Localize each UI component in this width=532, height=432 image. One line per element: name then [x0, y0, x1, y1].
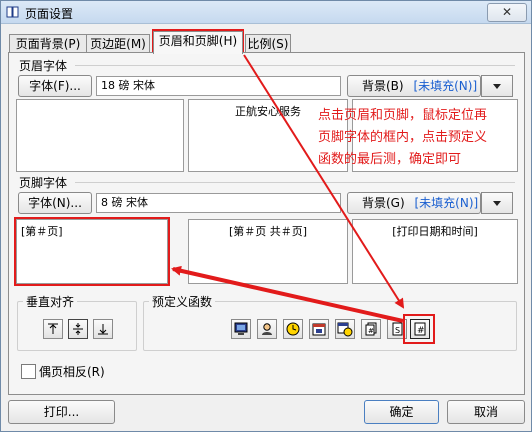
tab-header-footer[interactable]: 页眉和页脚(H): [153, 31, 243, 54]
arrow-function-to-footer-box: [171, 265, 404, 323]
annotation-arrows: [171, 54, 405, 323]
arrow-tab-to-function: [243, 54, 405, 309]
page-setup-dialog: 页面设置 ✕ 页面背景(P) 页边距(M) 页眉和页脚(H) 比例(S) 页眉字…: [0, 0, 532, 432]
